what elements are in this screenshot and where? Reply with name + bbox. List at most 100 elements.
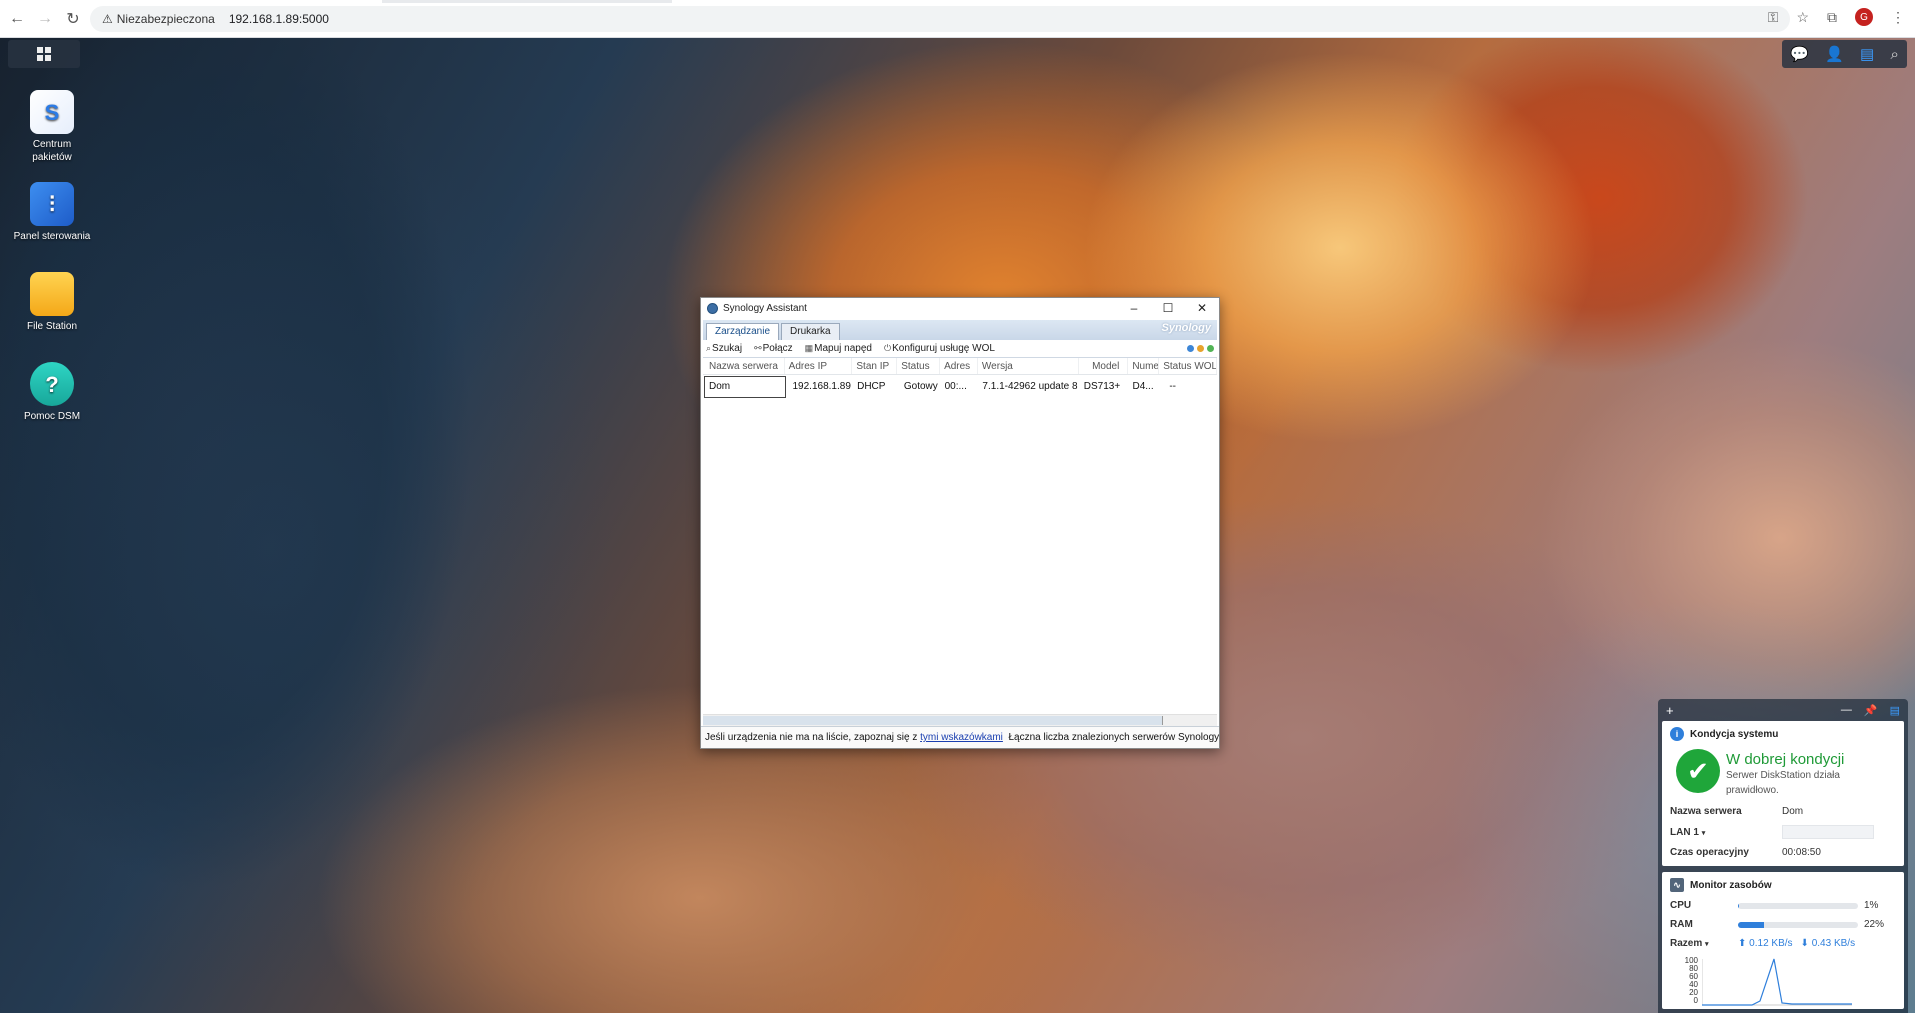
synology-assistant-icon bbox=[707, 302, 718, 314]
ram-bar bbox=[1738, 921, 1858, 928]
scrollbar-thumb[interactable] bbox=[703, 716, 1163, 725]
power-icon: ⏻ bbox=[883, 343, 892, 353]
help-icon: ? bbox=[30, 362, 74, 406]
user-icon[interactable]: 👤 bbox=[1825, 45, 1844, 63]
window-toolbar: ⌕Szukaj ⚯Połącz ▦Mapuj napęd ⏻Konfiguruj… bbox=[703, 340, 1217, 358]
window-maximize-icon[interactable]: ☐ bbox=[1151, 298, 1185, 318]
desktop-icon-label: Pomoc DSM bbox=[23, 411, 81, 422]
widgets-panel: + — 📌 ▤ i Kondycja systemu ✔ W dobrej ko… bbox=[1658, 699, 1908, 1013]
widgets-toggle-icon[interactable]: ▤ bbox=[1890, 704, 1900, 717]
back-arrow-icon[interactable]: ← bbox=[6, 8, 28, 30]
tips-link[interactable]: tymi wskazówkami bbox=[920, 732, 1003, 743]
column-header-mac[interactable]: Adres bbox=[940, 358, 978, 374]
cpu-value: 1% bbox=[1864, 900, 1879, 911]
horizontal-scrollbar[interactable] bbox=[703, 714, 1217, 726]
reload-icon[interactable]: ↻ bbox=[62, 8, 84, 30]
extensions-icon[interactable]: ⧉ bbox=[1827, 9, 1837, 26]
cell-server-name[interactable]: Dom bbox=[704, 376, 786, 398]
table-row[interactable]: Dom 192.168.1.89 DHCP Gotowy 00:... 7.1.… bbox=[703, 375, 1217, 399]
connect-button-label: Połącz bbox=[762, 343, 793, 354]
pin-icon[interactable]: 📌 bbox=[1864, 704, 1878, 717]
map-drive-button[interactable]: ▦Mapuj napęd bbox=[805, 343, 872, 354]
search-button-label: Szukaj bbox=[712, 343, 743, 354]
more-menu-icon[interactable]: ⋮ bbox=[1891, 9, 1905, 26]
column-header-status[interactable]: Status bbox=[897, 358, 941, 374]
bookmark-star-icon[interactable]: ☆ bbox=[1796, 9, 1809, 26]
widgets-icon[interactable]: ▤ bbox=[1860, 45, 1874, 63]
search-icon[interactable]: ⌕ bbox=[1890, 46, 1898, 63]
cell-version: 7.1.1-42962 update 8 bbox=[982, 381, 1078, 392]
column-header-wol-status[interactable]: Status WOL bbox=[1159, 358, 1217, 374]
column-header-server-name[interactable]: Nazwa serwera bbox=[703, 358, 785, 374]
chat-icon[interactable]: 💬 bbox=[1790, 45, 1809, 63]
download-rate: ⬇ 0.43 KB/s bbox=[1801, 938, 1856, 949]
profile-avatar[interactable]: G bbox=[1855, 8, 1873, 26]
drive-icon: ▦ bbox=[804, 343, 814, 353]
forward-arrow-icon[interactable]: → bbox=[34, 8, 56, 30]
resource-monitor-widget: ∿ Monitor zasobów CPU 1% RAM 22% Razem ▾… bbox=[1662, 872, 1904, 1009]
column-header-serial[interactable]: Nume bbox=[1128, 358, 1160, 374]
upload-rate: ⬆ 0.12 KB/s bbox=[1738, 938, 1793, 949]
ram-value: 22% bbox=[1864, 919, 1885, 930]
main-menu-button[interactable] bbox=[8, 40, 80, 68]
configure-wol-button[interactable]: ⏻Konfiguruj usługę WOL bbox=[884, 343, 995, 354]
sparkline-axis: 100 80 60 40 20 0 bbox=[1670, 957, 1702, 1007]
file-station-icon bbox=[30, 272, 74, 316]
lan-label: LAN 1 bbox=[1670, 826, 1699, 838]
warning-icon[interactable]: ⚠ bbox=[102, 12, 113, 26]
taskbar-tray: 💬 👤 ▤ ⌕ bbox=[1782, 40, 1907, 68]
window-minimize-icon[interactable]: – bbox=[1117, 298, 1151, 318]
sparkline-svg bbox=[1702, 958, 1852, 1006]
help-dot-icon[interactable] bbox=[1187, 345, 1194, 352]
window-status-bar: Jeśli urządzenia nie ma na liście, zapoz… bbox=[701, 726, 1219, 748]
search-button[interactable]: ⌕Szukaj bbox=[706, 343, 742, 354]
desktop-icon-file-station[interactable]: File Station bbox=[8, 272, 96, 333]
column-header-model[interactable]: Model bbox=[1079, 358, 1129, 374]
cell-ip: 192.168.1.89 bbox=[792, 381, 851, 392]
upload-arrow-icon: ⬆ bbox=[1738, 938, 1747, 949]
connect-icon: ⚯ bbox=[754, 343, 762, 353]
security-label[interactable]: Niezabezpieczona bbox=[117, 12, 215, 26]
column-header-ip[interactable]: Adres IP bbox=[785, 358, 853, 374]
chevron-down-icon: ▾ bbox=[1705, 941, 1709, 948]
cell-serial: D4... bbox=[1132, 381, 1154, 392]
axis-tick: 0 bbox=[1693, 996, 1698, 1005]
package-center-icon: S bbox=[30, 90, 74, 134]
server-name-value: Dom bbox=[1782, 806, 1804, 817]
connect-button[interactable]: ⚯Połącz bbox=[754, 343, 793, 354]
check-icon: ✔ bbox=[1676, 749, 1720, 793]
cell-model: DS713+ bbox=[1083, 381, 1121, 392]
window-tabbar: Zarządzanie Drukarka Synology bbox=[703, 320, 1217, 340]
tab-management[interactable]: Zarządzanie bbox=[706, 323, 780, 340]
browser-actions: ⚿ ☆ ⧉ G ⋮ bbox=[1768, 8, 1905, 26]
window-titlebar[interactable]: Synology Assistant – ☐ ✕ bbox=[701, 298, 1219, 318]
lan-value bbox=[1782, 825, 1874, 839]
desktop-icon-help[interactable]: ? Pomoc DSM bbox=[8, 362, 96, 423]
ram-bar-fill bbox=[1738, 921, 1765, 928]
password-key-icon[interactable]: ⚿ bbox=[1768, 9, 1779, 26]
lan-dropdown[interactable]: LAN 1 ▾ bbox=[1670, 827, 1782, 838]
tab-printer[interactable]: Drukarka bbox=[781, 323, 840, 340]
status-hint-text: Jeśli urządzenia nie ma na liście, zapoz… bbox=[705, 732, 921, 743]
desktop-icon-label: Panel sterowania bbox=[13, 231, 91, 242]
add-widget-icon[interactable]: + bbox=[1666, 703, 1674, 718]
address-bar[interactable]: ⚠ Niezabezpieczona 192.168.1.89:5000 bbox=[90, 6, 1790, 32]
widgets-header: + — 📌 ▤ bbox=[1658, 699, 1908, 721]
url-text[interactable]: 192.168.1.89:5000 bbox=[229, 12, 329, 26]
minimize-icon[interactable]: — bbox=[1841, 704, 1852, 717]
active-tab-indicator bbox=[382, 0, 672, 3]
cpu-bar bbox=[1738, 902, 1858, 909]
uptime-label: Czas operacyjny bbox=[1670, 847, 1749, 858]
download-arrow-icon: ⬇ bbox=[1800, 938, 1809, 949]
cell-status: Gotowy bbox=[903, 381, 938, 392]
total-network-dropdown[interactable]: Razem ▾ bbox=[1670, 938, 1738, 949]
refresh-dot-icon[interactable] bbox=[1207, 345, 1214, 352]
desktop-icon-package-center[interactable]: S Centrum pakietów bbox=[8, 90, 96, 164]
settings-dot-icon[interactable] bbox=[1197, 345, 1204, 352]
column-header-ip-state[interactable]: Stan IP bbox=[852, 358, 898, 374]
synology-logo: Synology bbox=[1161, 322, 1211, 334]
download-value: 0.43 KB/s bbox=[1811, 938, 1856, 949]
desktop-icon-control-panel[interactable]: ⫶ Panel sterowania bbox=[8, 182, 96, 243]
window-close-icon[interactable]: ✕ bbox=[1185, 298, 1219, 318]
column-header-version[interactable]: Wersja bbox=[978, 358, 1080, 374]
